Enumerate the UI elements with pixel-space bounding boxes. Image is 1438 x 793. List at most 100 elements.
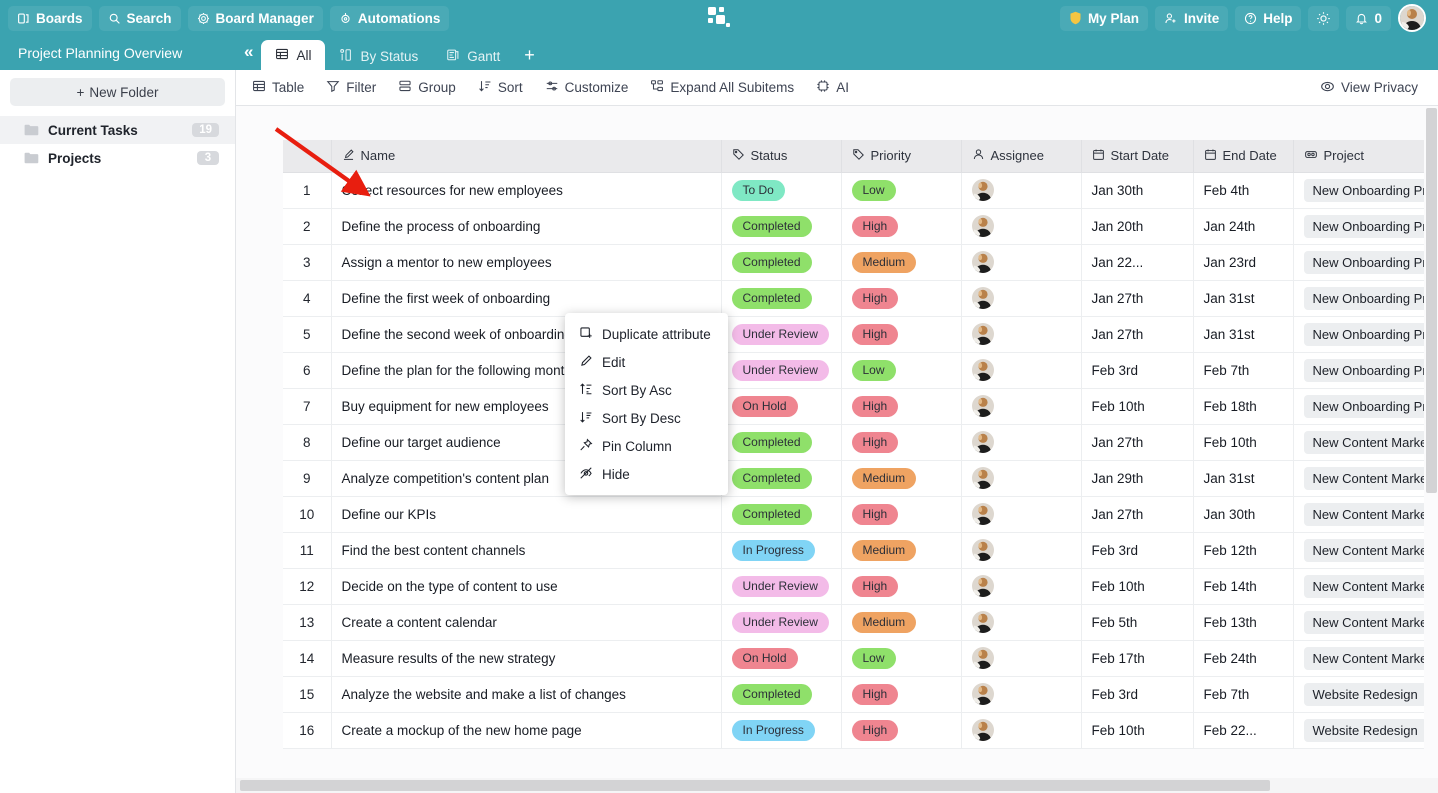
- assignee-avatar[interactable]: [971, 215, 994, 237]
- table-row[interactable]: 14 Measure results of the new strategy On …: [283, 640, 1438, 677]
- cell-status[interactable]: Completed: [721, 244, 842, 281]
- cell-priority[interactable]: High: [841, 388, 962, 425]
- cell-project[interactable]: New Content Marketing St: [1293, 604, 1438, 641]
- cell-priority[interactable]: High: [841, 712, 962, 749]
- table-row[interactable]: 11 Find the best content channels In Progr…: [283, 532, 1438, 569]
- table-row[interactable]: 8 Define our target audience Completed High…: [283, 424, 1438, 461]
- sidebar-item-projects[interactable]: Projects 3: [0, 144, 235, 172]
- cell-end-date[interactable]: Jan 31st: [1193, 280, 1294, 317]
- tab-by-status[interactable]: By Status: [325, 42, 432, 70]
- cell-end-date[interactable]: Jan 31st: [1193, 460, 1294, 497]
- cell-start-date[interactable]: Feb 17th: [1081, 640, 1194, 677]
- assignee-avatar[interactable]: [971, 431, 994, 453]
- cell-project[interactable]: New Onboarding Process: [1293, 352, 1438, 389]
- cell-end-date[interactable]: Feb 4th: [1193, 172, 1294, 209]
- cell-name[interactable]: Define the first week of onboarding: [331, 280, 722, 317]
- cell-start-date[interactable]: Jan 27th: [1081, 496, 1194, 533]
- cell-status[interactable]: Under Review: [721, 316, 842, 353]
- board-manager-button[interactable]: Board Manager: [187, 5, 323, 31]
- column-header-assignee[interactable]: Assignee: [961, 140, 1082, 173]
- assignee-avatar[interactable]: [971, 287, 994, 309]
- help-button[interactable]: Help: [1235, 5, 1302, 31]
- assignee-avatar[interactable]: [971, 575, 994, 597]
- theme-toggle-button[interactable]: [1308, 5, 1340, 31]
- my-plan-button[interactable]: My Plan: [1059, 5, 1148, 31]
- horizontal-scrollbar-thumb[interactable]: [240, 780, 1270, 791]
- cell-priority[interactable]: Low: [841, 640, 962, 677]
- column-header-status[interactable]: Status: [721, 140, 842, 173]
- cell-assignee[interactable]: [961, 532, 1082, 569]
- cell-project[interactable]: New Content Marketing St: [1293, 640, 1438, 677]
- cell-assignee[interactable]: [961, 280, 1082, 317]
- cell-start-date[interactable]: Feb 3rd: [1081, 532, 1194, 569]
- assignee-avatar[interactable]: [971, 611, 994, 633]
- new-folder-button[interactable]: + New Folder: [10, 78, 225, 106]
- context-menu-item-pin-column[interactable]: Pin Column: [565, 432, 728, 460]
- cell-start-date[interactable]: Jan 27th: [1081, 280, 1194, 317]
- cell-project[interactable]: New Content Marketing St: [1293, 496, 1438, 533]
- cell-priority[interactable]: Low: [841, 172, 962, 209]
- cell-status[interactable]: On Hold: [721, 388, 842, 425]
- cell-start-date[interactable]: Jan 27th: [1081, 424, 1194, 461]
- cell-priority[interactable]: Medium: [841, 244, 962, 281]
- cell-assignee[interactable]: [961, 496, 1082, 533]
- cell-name[interactable]: Create a mockup of the new home page: [331, 712, 722, 749]
- vertical-scrollbar[interactable]: [1424, 106, 1438, 778]
- tab-gantt[interactable]: Gantt: [432, 42, 514, 70]
- boards-button[interactable]: Boards: [8, 5, 92, 31]
- assignee-avatar[interactable]: [971, 179, 994, 201]
- cell-project[interactable]: New Onboarding Process: [1293, 316, 1438, 353]
- cell-name[interactable]: Analyze the website and make a list of c…: [331, 676, 722, 713]
- cell-priority[interactable]: High: [841, 424, 962, 461]
- assignee-avatar[interactable]: [971, 251, 994, 273]
- table-row[interactable]: 4 Define the first week of onboarding Comp…: [283, 280, 1438, 317]
- table-row[interactable]: 7 Buy equipment for new employees On Hold H…: [283, 388, 1438, 425]
- cell-priority[interactable]: High: [841, 280, 962, 317]
- cell-end-date[interactable]: Jan 31st: [1193, 316, 1294, 353]
- cell-assignee[interactable]: [961, 676, 1082, 713]
- cell-priority[interactable]: Medium: [841, 532, 962, 569]
- assignee-avatar[interactable]: [971, 683, 994, 705]
- search-button[interactable]: Search: [98, 5, 181, 31]
- cell-status[interactable]: On Hold: [721, 640, 842, 677]
- cell-end-date[interactable]: Jan 30th: [1193, 496, 1294, 533]
- assignee-avatar[interactable]: [971, 719, 994, 741]
- cell-project[interactable]: New Onboarding Process: [1293, 172, 1438, 209]
- assignee-avatar[interactable]: [971, 359, 994, 381]
- cell-assignee[interactable]: [961, 316, 1082, 353]
- cell-project[interactable]: New Onboarding Process: [1293, 388, 1438, 425]
- context-menu-item-sort-by-desc[interactable]: Sort By Desc: [565, 404, 728, 432]
- customize-button[interactable]: Customize: [545, 79, 628, 96]
- cell-priority[interactable]: High: [841, 496, 962, 533]
- notifications-button[interactable]: 0: [1346, 5, 1391, 31]
- column-context-menu[interactable]: Duplicate attribute Edit Sort By Asc Sort B…: [565, 313, 728, 495]
- context-menu-item-edit[interactable]: Edit: [565, 348, 728, 376]
- add-view-button[interactable]: +: [514, 42, 545, 70]
- cell-start-date[interactable]: Feb 3rd: [1081, 676, 1194, 713]
- cell-project[interactable]: New Onboarding Process: [1293, 208, 1438, 245]
- cell-start-date[interactable]: Feb 10th: [1081, 568, 1194, 605]
- column-header-name[interactable]: Name: [331, 140, 722, 173]
- cell-priority[interactable]: Medium: [841, 460, 962, 497]
- cell-priority[interactable]: High: [841, 676, 962, 713]
- cell-status[interactable]: Completed: [721, 208, 842, 245]
- cell-assignee[interactable]: [961, 244, 1082, 281]
- cell-status[interactable]: Completed: [721, 280, 842, 317]
- cell-assignee[interactable]: [961, 712, 1082, 749]
- table-row[interactable]: 1 Collect resources for new employees To D…: [283, 172, 1438, 209]
- cell-name[interactable]: Create a content calendar: [331, 604, 722, 641]
- sort-button[interactable]: Sort: [478, 79, 523, 96]
- table-row[interactable]: 6 Define the plan for the following month…: [283, 352, 1438, 389]
- cell-assignee[interactable]: [961, 388, 1082, 425]
- assignee-avatar[interactable]: [971, 395, 994, 417]
- column-header-project[interactable]: Project: [1293, 140, 1438, 173]
- sidebar-item-current-tasks[interactable]: Current Tasks 19: [0, 116, 235, 144]
- cell-status[interactable]: Completed: [721, 496, 842, 533]
- cell-status[interactable]: Under Review: [721, 352, 842, 389]
- cell-assignee[interactable]: [961, 568, 1082, 605]
- assignee-avatar[interactable]: [971, 539, 994, 561]
- context-menu-item-duplicate-attribute[interactable]: Duplicate attribute: [565, 320, 728, 348]
- cell-start-date[interactable]: Feb 10th: [1081, 388, 1194, 425]
- cell-start-date[interactable]: Feb 3rd: [1081, 352, 1194, 389]
- cell-project[interactable]: New Onboarding Process: [1293, 280, 1438, 317]
